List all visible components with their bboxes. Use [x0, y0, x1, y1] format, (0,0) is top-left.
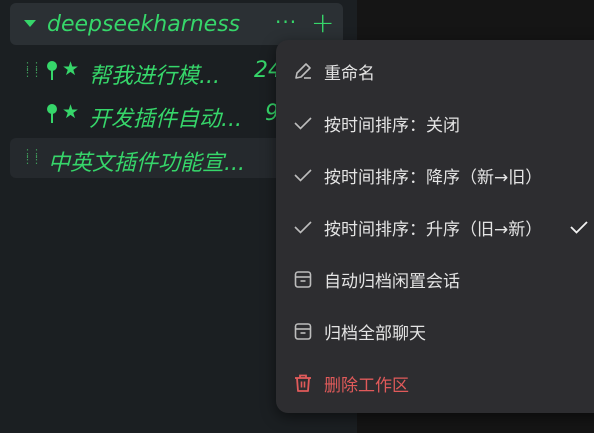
- archive-icon: [294, 271, 312, 288]
- archive-icon: [294, 323, 312, 340]
- pencil-icon: [295, 63, 311, 79]
- menu-item-label: 归档全部聊天: [324, 324, 426, 344]
- star-icon: ★: [62, 101, 80, 123]
- menu-item-archive-all[interactable]: 归档全部聊天: [276, 304, 594, 356]
- workspace-name: deepseekharness: [47, 12, 241, 37]
- menu-item-sort-off[interactable]: 按时间排序：关闭: [276, 96, 594, 148]
- session-row[interactable]: ★ 开发插件自动... 9: [10, 95, 290, 135]
- selected-check-icon: [570, 221, 588, 234]
- drag-handle-icon[interactable]: ⋮⋮ ⋮⋮: [22, 148, 42, 165]
- menu-item-label: 按时间排序：关闭: [324, 116, 460, 136]
- more-options-button[interactable]: ···: [275, 10, 297, 34]
- menu-item-auto-archive[interactable]: 自动归档闲置会话: [276, 252, 594, 304]
- drag-handle-icon[interactable]: ⋮⋮ ⋮⋮: [22, 61, 42, 78]
- menu-item-label: 重命名: [324, 64, 375, 84]
- check-icon: [294, 169, 312, 182]
- pin-icon: [47, 61, 57, 80]
- menu-item-sort-desc[interactable]: 按时间排序：降序（新→旧）: [276, 148, 594, 200]
- check-icon: [294, 221, 312, 234]
- menu-item-label: 自动归档闲置会话: [324, 272, 460, 292]
- trash-icon: [295, 374, 311, 392]
- menu-item-label: 删除工作区: [324, 376, 409, 396]
- star-icon: ★: [62, 58, 80, 80]
- menu-item-rename[interactable]: 重命名: [276, 44, 594, 96]
- pin-icon: [47, 104, 57, 123]
- context-menu: 重命名 按时间排序：关闭 按时间排序：降序（新→旧） 按时间排序：升序（旧→新）…: [276, 40, 594, 413]
- check-icon: [294, 117, 312, 130]
- menu-item-sort-asc[interactable]: 按时间排序：升序（旧→新）: [276, 200, 594, 252]
- add-session-button[interactable]: +: [311, 6, 334, 39]
- session-title: 帮我进行模...: [89, 64, 220, 89]
- menu-item-label: 按时间排序：降序（新→旧）: [324, 168, 543, 188]
- session-title: 中英文插件功能宣...: [48, 151, 245, 176]
- session-row[interactable]: ⋮⋮ ⋮⋮ ★ 帮我进行模... 24: [10, 52, 290, 92]
- caret-down-icon[interactable]: [24, 20, 36, 27]
- session-title: 开发插件自动...: [89, 107, 242, 132]
- menu-item-label: 按时间排序：升序（旧→新）: [324, 220, 543, 240]
- menu-item-delete-workspace[interactable]: 删除工作区: [276, 356, 594, 408]
- workspace-header[interactable]: deepseekharness ··· +: [10, 3, 343, 45]
